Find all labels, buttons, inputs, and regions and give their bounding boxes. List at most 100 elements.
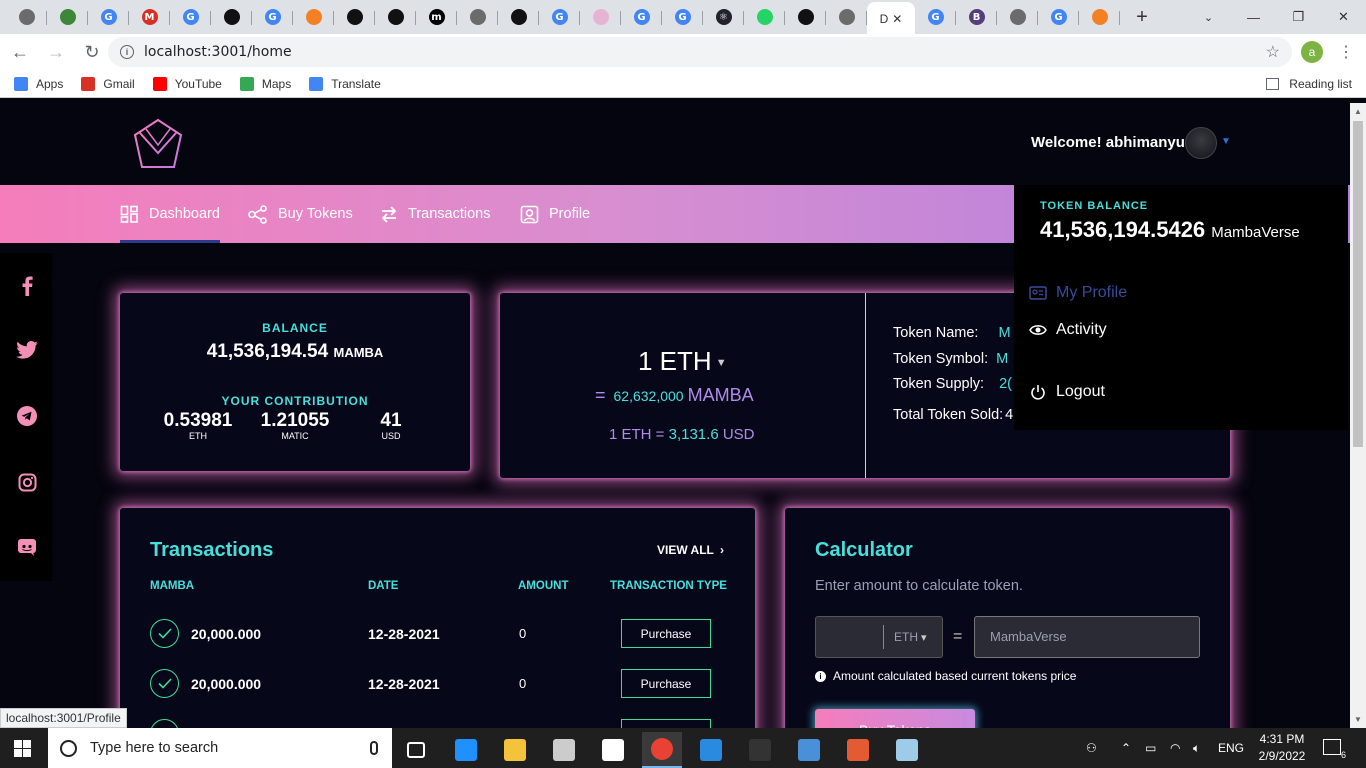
bookmark-star-icon[interactable]: ☆	[1266, 42, 1280, 62]
browser-tab[interactable]: G	[621, 2, 662, 32]
taskbar-clock[interactable]: 4:31 PM 2/9/2022	[1252, 731, 1312, 765]
wifi-icon[interactable]: ◠	[1170, 728, 1180, 768]
active-tab[interactable]: D ✕	[867, 2, 915, 36]
browser-tab[interactable]	[826, 2, 867, 32]
browser-tab[interactable]	[6, 2, 47, 32]
bookmark-item[interactable]: Maps	[239, 76, 291, 91]
file-explorer-taskbar-button[interactable]	[495, 732, 535, 768]
site-info-icon[interactable]: i	[120, 45, 134, 59]
nav-dashboard[interactable]: Dashboard	[120, 185, 220, 243]
amount-input[interactable]: ETH	[815, 616, 943, 658]
telegram-icon[interactable]	[16, 405, 38, 427]
browser-tab[interactable]: G	[915, 2, 956, 32]
browser-tab[interactable]	[1079, 2, 1120, 32]
discord-icon[interactable]	[16, 536, 38, 558]
chrome-menu-icon[interactable]: ⋮	[1338, 42, 1354, 62]
chrome-taskbar-button[interactable]	[642, 732, 682, 768]
menu-logout[interactable]: Logout	[1028, 382, 1105, 402]
vscode-taskbar-button[interactable]	[691, 732, 731, 768]
browser-tab[interactable]: G	[88, 2, 129, 32]
tab-search-icon[interactable]: ⌄	[1186, 11, 1231, 24]
menu-my-profile[interactable]: My Profile	[1028, 283, 1127, 303]
forward-button[interactable]: →	[40, 42, 72, 63]
language-indicator[interactable]: ENG	[1218, 728, 1244, 768]
reload-button[interactable]: ↻	[76, 42, 108, 63]
profile-card-icon	[1028, 283, 1048, 303]
mambaverse-logo[interactable]	[132, 117, 184, 173]
bookmark-item[interactable]: Apps	[14, 76, 63, 91]
buy-tokens-button[interactable]: Buy Tokens	[815, 709, 975, 728]
browser-tab[interactable]	[580, 2, 621, 32]
currency-select[interactable]: ETH	[894, 630, 927, 644]
browser-tab[interactable]	[47, 2, 88, 32]
browser-tab[interactable]: ⚛	[703, 2, 744, 32]
mail-taskbar-button[interactable]	[593, 732, 633, 768]
restore-button[interactable]: ❐	[1276, 9, 1321, 25]
nav-buy-tokens[interactable]: Buy Tokens	[248, 185, 353, 243]
scroll-up-icon[interactable]: ▲	[1354, 107, 1362, 116]
tx-type-badge[interactable]: Purchase	[621, 719, 711, 728]
browser-tab[interactable]	[997, 2, 1038, 32]
new-tab-button[interactable]: +	[1126, 6, 1158, 29]
people-icon[interactable]: ⚇	[1086, 728, 1097, 768]
outlook-taskbar-button[interactable]	[789, 732, 829, 768]
eth-selector[interactable]: 1 ETH ▼	[638, 346, 727, 377]
scroll-down-icon[interactable]: ▼	[1354, 715, 1362, 724]
taskbar-search[interactable]: Type here to search	[48, 728, 392, 768]
browser-tab[interactable]: M	[129, 2, 170, 32]
browser-tab[interactable]: B	[956, 2, 997, 32]
volume-icon[interactable]: 🔈︎	[1193, 728, 1200, 768]
tx-type-badge[interactable]: Purchase	[621, 669, 711, 698]
browser-tab[interactable]	[334, 2, 375, 32]
address-url[interactable]: localhost:3001/home	[144, 44, 292, 60]
minimize-button[interactable]: —	[1231, 10, 1276, 25]
menu-activity[interactable]: Activity	[1028, 320, 1107, 340]
bookmark-item[interactable]: YouTube	[152, 76, 222, 91]
page-scrollbar[interactable]: ▲ ▼	[1350, 103, 1366, 728]
nav-transactions[interactable]: Transactions	[380, 185, 490, 243]
browser-tab[interactable]: G	[252, 2, 293, 32]
user-avatar[interactable]	[1185, 127, 1217, 159]
windows-start-icon[interactable]	[14, 740, 31, 757]
close-window-button[interactable]: ✕	[1321, 9, 1366, 25]
browser-tab[interactable]	[498, 2, 539, 32]
browser-tab[interactable]	[457, 2, 498, 32]
tray-overflow-icon[interactable]: ⌃	[1121, 728, 1131, 768]
chevron-down-icon[interactable]: ▼	[1221, 136, 1231, 147]
battery-icon[interactable]: ▭	[1145, 728, 1156, 768]
terminal-taskbar-button[interactable]	[740, 732, 780, 768]
edge-taskbar-button[interactable]	[446, 732, 486, 768]
bookmark-item[interactable]: Gmail	[81, 76, 135, 91]
token-output-field[interactable]: MambaVerse	[974, 616, 1200, 658]
table-row: 20,000.00012-28-20210Purchase	[120, 714, 755, 728]
tx-type-badge[interactable]: Purchase	[621, 619, 711, 648]
notification-center-icon[interactable]: 6	[1323, 739, 1346, 760]
microphone-icon[interactable]	[370, 741, 378, 755]
facebook-icon[interactable]	[16, 275, 38, 297]
browser-tab[interactable]: G	[662, 2, 703, 32]
close-tab-icon[interactable]: ✕	[892, 12, 902, 26]
browser-tab[interactable]	[293, 2, 334, 32]
instagram-icon[interactable]	[16, 471, 38, 493]
browser-tab[interactable]: G	[539, 2, 580, 32]
twitter-icon[interactable]	[16, 339, 38, 361]
nav-profile[interactable]: Profile	[520, 185, 590, 243]
task-view-taskbar-button[interactable]	[396, 732, 436, 768]
browser-tab[interactable]	[785, 2, 826, 32]
notepad-taskbar-button[interactable]	[887, 732, 927, 768]
address-bar[interactable]: i localhost:3001/home ☆	[108, 37, 1292, 67]
scrollbar-thumb[interactable]	[1353, 121, 1363, 447]
browser-tab[interactable]: G	[170, 2, 211, 32]
bookmark-item[interactable]: Translate	[309, 76, 381, 91]
back-button[interactable]: ←	[4, 42, 36, 63]
git-taskbar-button[interactable]	[838, 732, 878, 768]
browser-tab[interactable]	[744, 2, 785, 32]
browser-tab[interactable]	[375, 2, 416, 32]
view-all-link[interactable]: VIEW ALL ›	[657, 543, 724, 557]
browser-tab[interactable]: G	[1038, 2, 1079, 32]
browser-tab[interactable]	[211, 2, 252, 32]
browser-tab[interactable]: m	[416, 2, 457, 32]
store-taskbar-button[interactable]	[544, 732, 584, 768]
profile-avatar[interactable]: a	[1301, 41, 1323, 63]
reading-list-button[interactable]: Reading list	[1266, 77, 1352, 91]
